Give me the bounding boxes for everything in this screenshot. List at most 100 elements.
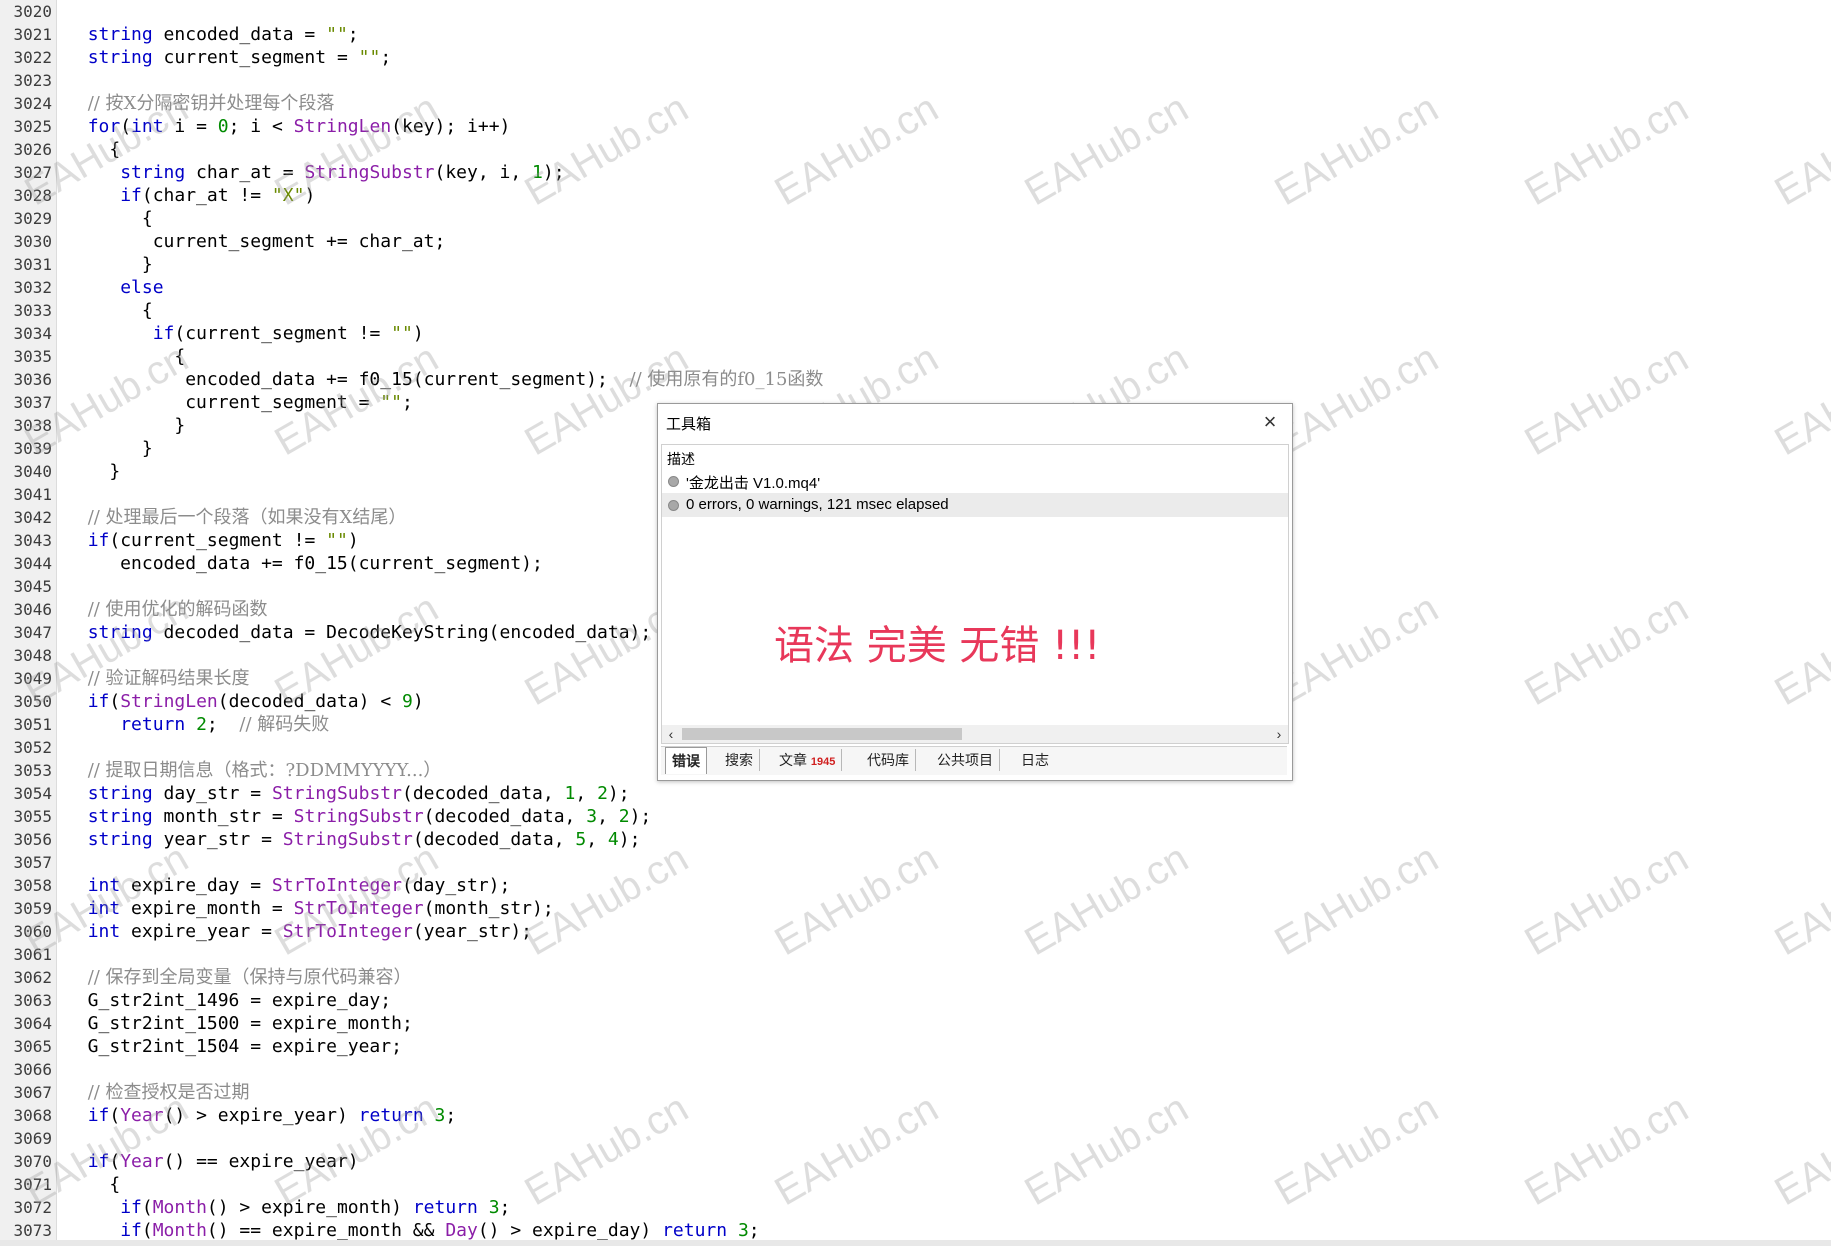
tab-search[interactable]: 搜索 (719, 749, 760, 771)
list-header-description: 描述 (662, 445, 1288, 469)
line-number: 3061 (13, 945, 52, 964)
code-line[interactable]: if(Year() == expire_year) (66, 1150, 359, 1173)
line-number: 3067 (13, 1083, 52, 1102)
code-line[interactable]: { (66, 1173, 120, 1196)
line-number: 3032 (13, 278, 52, 297)
code-line[interactable]: } (66, 437, 153, 460)
code-line[interactable]: if(current_segment != "") (66, 322, 424, 345)
chevron-right-icon[interactable]: › (1270, 725, 1288, 743)
code-line[interactable]: G_str2int_1500 = expire_month; (66, 1012, 413, 1035)
list-item[interactable]: 0 errors, 0 warnings, 121 msec elapsed (662, 493, 1288, 517)
line-number: 3033 (13, 301, 52, 320)
tab-badge: 1945 (810, 756, 836, 768)
code-line[interactable]: else (66, 276, 163, 299)
line-number: 3044 (13, 554, 52, 573)
code-line[interactable]: int expire_year = StrToInteger(year_str)… (66, 920, 532, 943)
code-line[interactable]: // 检查授权是否过期 (66, 1081, 250, 1104)
tab-errors[interactable]: 错误 (665, 747, 707, 774)
line-number: 3054 (13, 784, 52, 803)
tab-journal[interactable]: 日志 (1015, 749, 1055, 771)
line-number: 3024 (13, 94, 52, 113)
line-number: 3039 (13, 439, 52, 458)
line-number: 3058 (13, 876, 52, 895)
code-line[interactable]: G_str2int_1504 = expire_year; (66, 1035, 402, 1058)
line-number: 3060 (13, 922, 52, 941)
code-line[interactable]: encoded_data += f0_15(current_segment); … (66, 368, 823, 391)
toolbox-horizontal-scrollbar[interactable]: ‹ › (662, 725, 1288, 743)
code-line[interactable]: } (66, 253, 153, 276)
tab-label: 错误 (672, 753, 700, 769)
code-line[interactable]: if(StringLen(decoded_data) < 9) (66, 690, 424, 713)
line-number: 3046 (13, 600, 52, 619)
line-number: 3073 (13, 1221, 52, 1240)
code-line[interactable]: { (66, 299, 153, 322)
toolbox-panel: 工具箱 × 描述 '金龙出击 V1.0.mq4' 0 errors, 0 war… (657, 403, 1293, 781)
code-line[interactable]: if(char_at != "X") (66, 184, 315, 207)
line-number: 3021 (13, 25, 52, 44)
line-number: 3065 (13, 1037, 52, 1056)
tab-articles[interactable]: 文章 1945 (773, 749, 843, 771)
code-line[interactable]: string year_str = StringSubstr(decoded_d… (66, 828, 641, 851)
tab-code-base[interactable]: 代码库 (861, 749, 916, 771)
toolbox-tab-bar: 错误 搜索 文章 1945 代码库 公共项目 日志 (661, 746, 1287, 775)
syntax-ok-banner: 语法 完美 无错 !!! (774, 623, 1101, 669)
code-line[interactable]: // 验证解码结果长度 (66, 667, 250, 690)
line-number: 3068 (13, 1106, 52, 1125)
code-line[interactable]: // 处理最后一个段落（如果没有X结尾） (66, 506, 407, 529)
code-line[interactable]: if(current_segment != "") (66, 529, 359, 552)
code-line[interactable]: return 2; // 解码失败 (66, 713, 329, 736)
code-line[interactable]: { (66, 207, 153, 230)
code-line[interactable]: string decoded_data = DecodeKeyString(en… (66, 621, 652, 644)
line-number: 3072 (13, 1198, 52, 1217)
tab-label: 搜索 (725, 752, 753, 768)
code-line[interactable]: string month_str = StringSubstr(decoded_… (66, 805, 652, 828)
code-line[interactable]: if(Year() > expire_year) return 3; (66, 1104, 457, 1127)
code-line[interactable]: // 使用优化的解码函数 (66, 598, 268, 621)
code-line[interactable]: if(Month() > expire_month) return 3; (66, 1196, 510, 1219)
code-line[interactable]: string encoded_data = ""; (66, 23, 359, 46)
code-line[interactable]: string current_segment = ""; (66, 46, 391, 69)
list-item-text: 0 errors, 0 warnings, 121 msec elapsed (686, 496, 949, 513)
chevron-left-icon[interactable]: ‹ (662, 725, 680, 743)
tab-label: 文章 (779, 752, 807, 768)
code-line[interactable]: if(Month() == expire_month && Day() > ex… (66, 1219, 759, 1242)
code-line[interactable]: { (66, 345, 185, 368)
line-number: 3030 (13, 232, 52, 251)
code-line[interactable]: string char_at = StringSubstr(key, i, 1)… (66, 161, 564, 184)
code-line[interactable]: G_str2int_1496 = expire_day; (66, 989, 391, 1012)
code-line[interactable]: current_segment += char_at; (66, 230, 446, 253)
list-item-text: '金龙出击 V1.0.mq4' (686, 475, 821, 492)
code-line[interactable]: } (66, 460, 120, 483)
code-line[interactable]: // 提取日期信息（格式：?DDMMYYYY...） (66, 759, 442, 782)
code-line[interactable]: // 保存到全局变量（保持与原代码兼容） (66, 966, 412, 989)
line-number: 3071 (13, 1175, 52, 1194)
scrollbar-thumb[interactable] (682, 728, 962, 740)
toolbox-titlebar: 工具箱 × (658, 404, 1292, 440)
list-item[interactable]: '金龙出击 V1.0.mq4' (662, 469, 1288, 493)
line-number: 3066 (13, 1060, 52, 1079)
code-line[interactable]: int expire_month = StrToInteger(month_st… (66, 897, 554, 920)
code-line[interactable]: { (66, 138, 120, 161)
code-line[interactable]: int expire_day = StrToInteger(day_str); (66, 874, 511, 897)
close-icon[interactable]: × (1256, 408, 1284, 436)
list-header-label: 描述 (667, 451, 695, 467)
editor-bottom-scrollbar[interactable] (0, 1240, 1831, 1246)
toolbox-message-list[interactable]: 描述 '金龙出击 V1.0.mq4' 0 errors, 0 warnings,… (661, 444, 1289, 744)
code-line[interactable]: current_segment = ""; (66, 391, 413, 414)
line-number: 3035 (13, 347, 52, 366)
line-number: 3057 (13, 853, 52, 872)
tab-public-projects[interactable]: 公共项目 (931, 749, 1000, 771)
code-line[interactable]: encoded_data += f0_15(current_segment); (66, 552, 543, 575)
line-number: 3020 (13, 2, 52, 21)
line-number: 3062 (13, 968, 52, 987)
code-line[interactable]: string day_str = StringSubstr(decoded_da… (66, 782, 630, 805)
line-number: 3045 (13, 577, 52, 596)
line-number: 3028 (13, 186, 52, 205)
line-number: 3049 (13, 669, 52, 688)
code-line[interactable]: } (66, 414, 185, 437)
line-number: 3055 (13, 807, 52, 826)
info-dot-icon (668, 500, 679, 511)
code-line[interactable]: // 按X分隔密钥并处理每个段落 (66, 92, 335, 115)
line-number: 3052 (13, 738, 52, 757)
code-line[interactable]: for(int i = 0; i < StringLen(key); i++) (66, 115, 511, 138)
